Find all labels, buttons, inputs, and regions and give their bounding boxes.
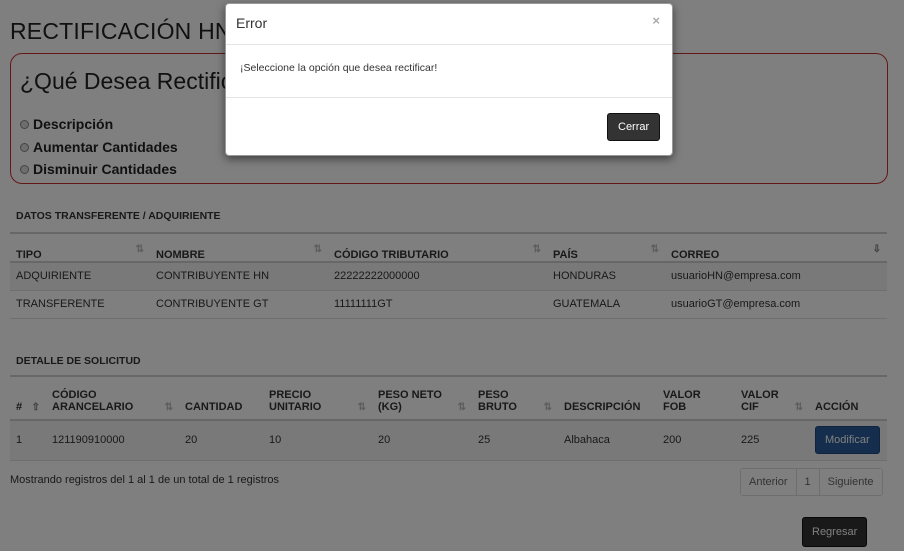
modal-message: ¡Seleccione la opción que desea rectific… <box>240 62 438 74</box>
error-modal: Error × ¡Seleccione la opción que desea … <box>225 3 673 156</box>
modal-title: Error <box>236 15 268 31</box>
close-icon[interactable]: × <box>652 13 660 28</box>
modal-header: Error × <box>226 4 672 45</box>
close-button[interactable]: Cerrar <box>607 113 661 141</box>
modal-body: ¡Seleccione la opción que desea rectific… <box>226 45 672 98</box>
